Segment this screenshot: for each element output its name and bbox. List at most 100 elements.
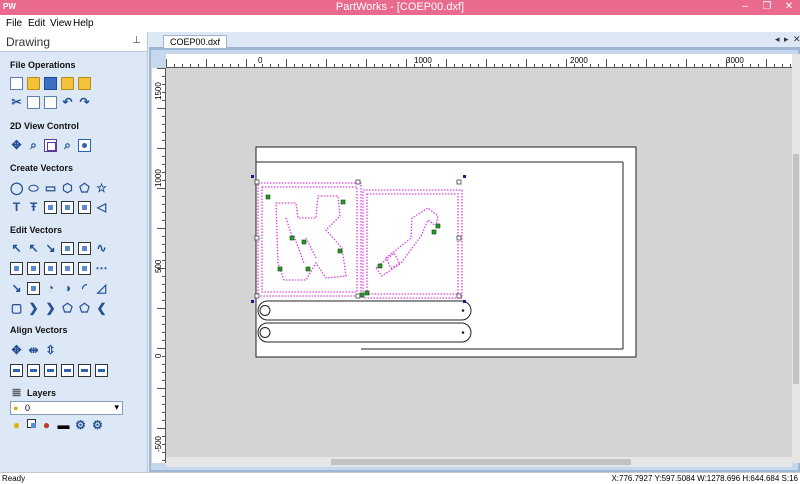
node-marker [305, 266, 311, 272]
intersect-icon[interactable]: ◑ [61, 282, 74, 295]
export-icon[interactable] [78, 77, 91, 90]
ellipse-icon[interactable]: ⬭ [27, 182, 40, 195]
subtract-icon[interactable]: ◔ [44, 282, 57, 295]
bulb-icon[interactable]: ● [10, 419, 23, 432]
draw-icon[interactable]: ◁ [95, 201, 108, 214]
join-icon[interactable]: ⋯ [95, 262, 108, 275]
node-edit-icon[interactable] [44, 201, 57, 214]
layer-value: 0 [25, 403, 31, 413]
distribute-v-icon[interactable] [95, 364, 108, 377]
menu-view[interactable]: View [50, 18, 72, 29]
horizontal-scrollbar[interactable] [166, 457, 792, 467]
grid-icon[interactable] [78, 201, 91, 214]
menu-help[interactable]: Help [73, 18, 94, 29]
trim-icon[interactable]: ↘ [10, 282, 23, 295]
star-icon[interactable]: ☆ [95, 182, 108, 195]
align-bottom-icon[interactable] [61, 364, 74, 377]
pan-icon[interactable]: ✥ [10, 139, 23, 152]
tab-next-icon[interactable]: ▸ [784, 34, 789, 45]
slot-dot [461, 331, 465, 334]
undo-icon[interactable]: ↶ [61, 96, 74, 109]
new-file-icon[interactable] [10, 77, 23, 90]
paste-icon[interactable] [44, 96, 57, 109]
tab-coep00[interactable]: COEP00.dxf [163, 35, 228, 48]
zoom-in-icon[interactable]: ⌕ [61, 139, 74, 152]
weld-icon[interactable] [27, 282, 40, 295]
array-icon[interactable] [61, 201, 74, 214]
copy-icon[interactable] [27, 96, 40, 109]
layer-manager-icon[interactable]: ⚙ [91, 419, 104, 432]
chevron-down-icon[interactable]: ▾ [114, 402, 119, 413]
lock-icon[interactable]: ● [40, 419, 53, 432]
status-bar: Ready X:776.7927 Y:597.5084 W:1278.696 H… [0, 472, 800, 484]
pentagon-icon[interactable]: ⬠ [78, 182, 91, 195]
align-top-icon[interactable] [44, 364, 57, 377]
text-icon[interactable]: T [10, 201, 23, 214]
mirror-icon[interactable] [44, 262, 57, 275]
node-select-icon[interactable]: ↖ [27, 242, 40, 255]
circle-icon[interactable]: ◯ [10, 182, 23, 195]
distort-icon[interactable] [61, 262, 74, 275]
selection-handle [254, 235, 260, 241]
offset-icon[interactable] [78, 262, 91, 275]
zoom-extents-icon[interactable]: ⌕ [27, 139, 40, 152]
rounded-rect-icon[interactable]: ▢ [10, 302, 23, 315]
zoom-box-icon[interactable] [44, 139, 57, 152]
redo-icon[interactable]: ↷ [78, 96, 91, 109]
layer-select[interactable]: ● 0 ▾ [10, 401, 123, 415]
extend-icon[interactable]: ❯ [27, 302, 40, 315]
layer-properties-icon[interactable]: ⚙ [74, 419, 87, 432]
align-h-center-icon[interactable]: ⇹ [27, 344, 40, 357]
section-layers: Layers [27, 388, 57, 398]
align-right-icon[interactable] [27, 364, 40, 377]
curve-icon[interactable]: ∿ [95, 242, 108, 255]
ruler-label: 3000 [726, 56, 744, 65]
polygon-icon[interactable]: ⬡ [61, 182, 74, 195]
scale-icon[interactable] [10, 262, 23, 275]
menu-edit[interactable]: Edit [28, 18, 45, 29]
pin-icon[interactable]: ⊥ [132, 35, 141, 46]
move-icon[interactable]: ↘ [44, 242, 57, 255]
ruler-label: 0 [154, 353, 163, 358]
smooth-icon[interactable]: ⬠ [61, 302, 74, 315]
visible-checkbox[interactable] [27, 419, 36, 428]
color-swatch-icon[interactable]: ▬ [57, 419, 70, 432]
drawing-canvas[interactable] [166, 68, 792, 463]
rotate-icon[interactable] [27, 262, 40, 275]
angle-icon[interactable]: ❮ [95, 302, 108, 315]
scroll-thumb[interactable] [793, 154, 799, 384]
rectangle-icon[interactable]: ▭ [44, 182, 57, 195]
vertical-scrollbar[interactable] [792, 54, 800, 463]
ungroup-icon[interactable] [78, 242, 91, 255]
scroll-thumb[interactable] [331, 459, 631, 465]
save-icon[interactable] [44, 77, 57, 90]
bevel-icon[interactable]: ⬠ [78, 302, 91, 315]
tab-close-icon[interactable]: ✕ [793, 34, 800, 45]
maximize-button[interactable]: ❐ [756, 0, 778, 15]
chamfer-icon[interactable]: ◿ [95, 282, 108, 295]
align-left-icon[interactable] [10, 364, 23, 377]
menu-file[interactable]: File [6, 18, 22, 29]
fillet-icon[interactable]: ◜ [78, 282, 91, 295]
distribute-h-icon[interactable] [78, 364, 91, 377]
minimize-button[interactable]: – [734, 0, 756, 15]
fit-view-icon[interactable] [78, 139, 91, 152]
text-on-curve-icon[interactable]: Ŧ [27, 201, 40, 214]
tab-prev-icon[interactable]: ◂ [775, 34, 780, 45]
ruler-label: 2000 [570, 56, 588, 65]
close-button[interactable]: ✕ [778, 0, 800, 15]
node-marker [364, 290, 370, 296]
cut-icon[interactable]: ✂ [10, 96, 23, 109]
node-marker [359, 292, 365, 298]
center-icon[interactable]: ✥ [10, 344, 23, 357]
select-icon[interactable]: ↖ [10, 242, 23, 255]
open-file-icon[interactable] [27, 77, 40, 90]
import-icon[interactable] [61, 77, 74, 90]
selection-handle [456, 293, 462, 299]
selection-handle [254, 293, 260, 299]
node-marker [289, 235, 295, 241]
break-icon[interactable]: ❯ [44, 302, 57, 315]
group-icon[interactable] [61, 242, 74, 255]
selection-handle [355, 179, 361, 185]
align-v-center-icon[interactable]: ⇳ [44, 344, 57, 357]
